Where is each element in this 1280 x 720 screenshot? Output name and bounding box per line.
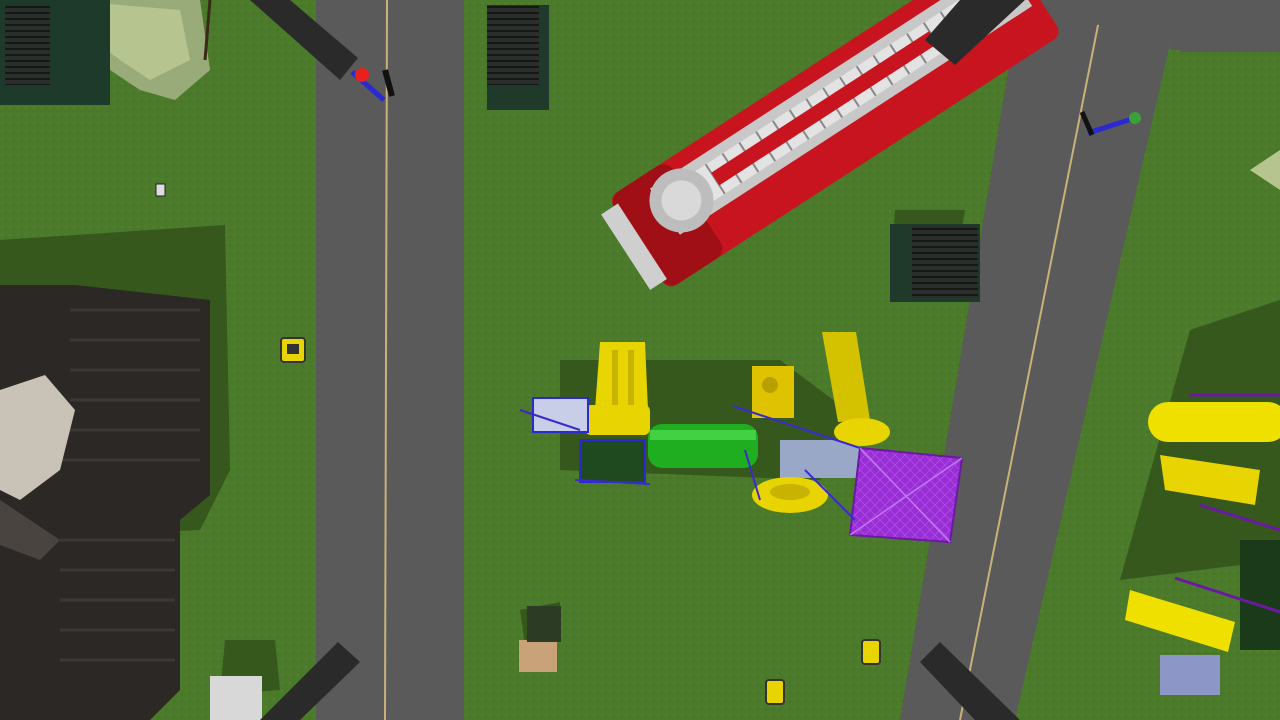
road-vertical-left <box>316 0 464 720</box>
house-left[interactable] <box>0 285 210 720</box>
toy-car-bottom-1[interactable] <box>861 639 881 665</box>
utility-box <box>210 676 262 720</box>
toy-car-bottom-2[interactable] <box>765 679 785 705</box>
slide-left <box>595 342 648 410</box>
dumpster-top-center[interactable] <box>487 5 549 110</box>
game-viewport[interactable] <box>0 0 1280 720</box>
dumpster-top-left[interactable] <box>0 0 110 105</box>
dumpster-right[interactable] <box>890 224 980 302</box>
small-sign <box>155 183 166 197</box>
toy-car-left[interactable] <box>280 337 306 363</box>
scene-canvas <box>0 0 1280 720</box>
